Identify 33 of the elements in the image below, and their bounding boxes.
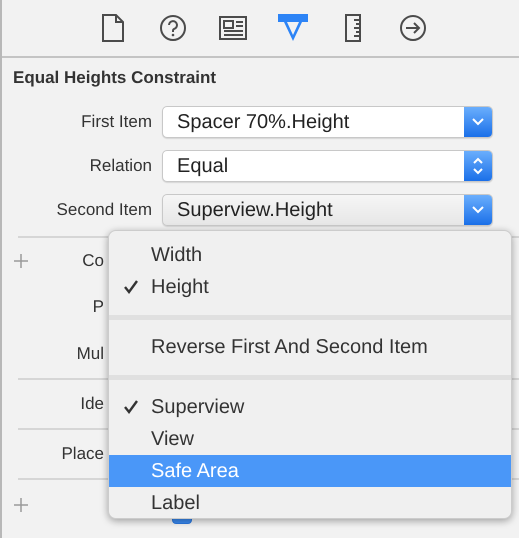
menu-item[interactable]: View: [109, 423, 511, 455]
field-label: First Item: [80, 112, 153, 132]
field-label: Mul: [76, 344, 104, 364]
menu-item[interactable]: Width: [109, 239, 511, 271]
menu-item[interactable]: Reverse First And Second Item: [109, 331, 511, 363]
field-label: Co: [81, 251, 104, 271]
arrow-circle-icon: [399, 14, 427, 42]
checkmark-icon: [124, 280, 138, 294]
section-title: Equal Heights Constraint: [12, 67, 218, 89]
menu-item[interactable]: Label: [109, 487, 511, 519]
help-icon: [159, 14, 187, 42]
chevron-down-icon: [472, 118, 484, 126]
field-label: Ide: [79, 394, 104, 414]
chevron-down-icon: [472, 206, 484, 214]
menu-item[interactable]: Superview: [109, 391, 511, 423]
menu-item[interactable]: Height: [109, 271, 511, 303]
popup-button[interactable]: Spacer 70%.Height: [162, 106, 493, 138]
stepper-arrows-icon: [472, 155, 484, 177]
field-label: Second Item: [56, 200, 153, 220]
add-icon[interactable]: [14, 498, 28, 512]
field-label: Relation: [88, 156, 153, 176]
ruler-icon: [345, 14, 361, 42]
inspector-tab[interactable]: [157, 12, 189, 44]
popup-button[interactable]: Equal: [162, 150, 493, 182]
inspector-tab[interactable]: [397, 12, 429, 44]
add-icon[interactable]: [14, 254, 28, 268]
checkmark-icon: [124, 400, 138, 414]
attributes-icon: [277, 13, 309, 43]
field-label: Place: [60, 444, 104, 464]
popup-button[interactable]: Superview.Height: [162, 194, 493, 226]
id-card-icon: [219, 16, 247, 40]
field-label: P: [92, 297, 104, 317]
document-icon: [101, 13, 125, 43]
